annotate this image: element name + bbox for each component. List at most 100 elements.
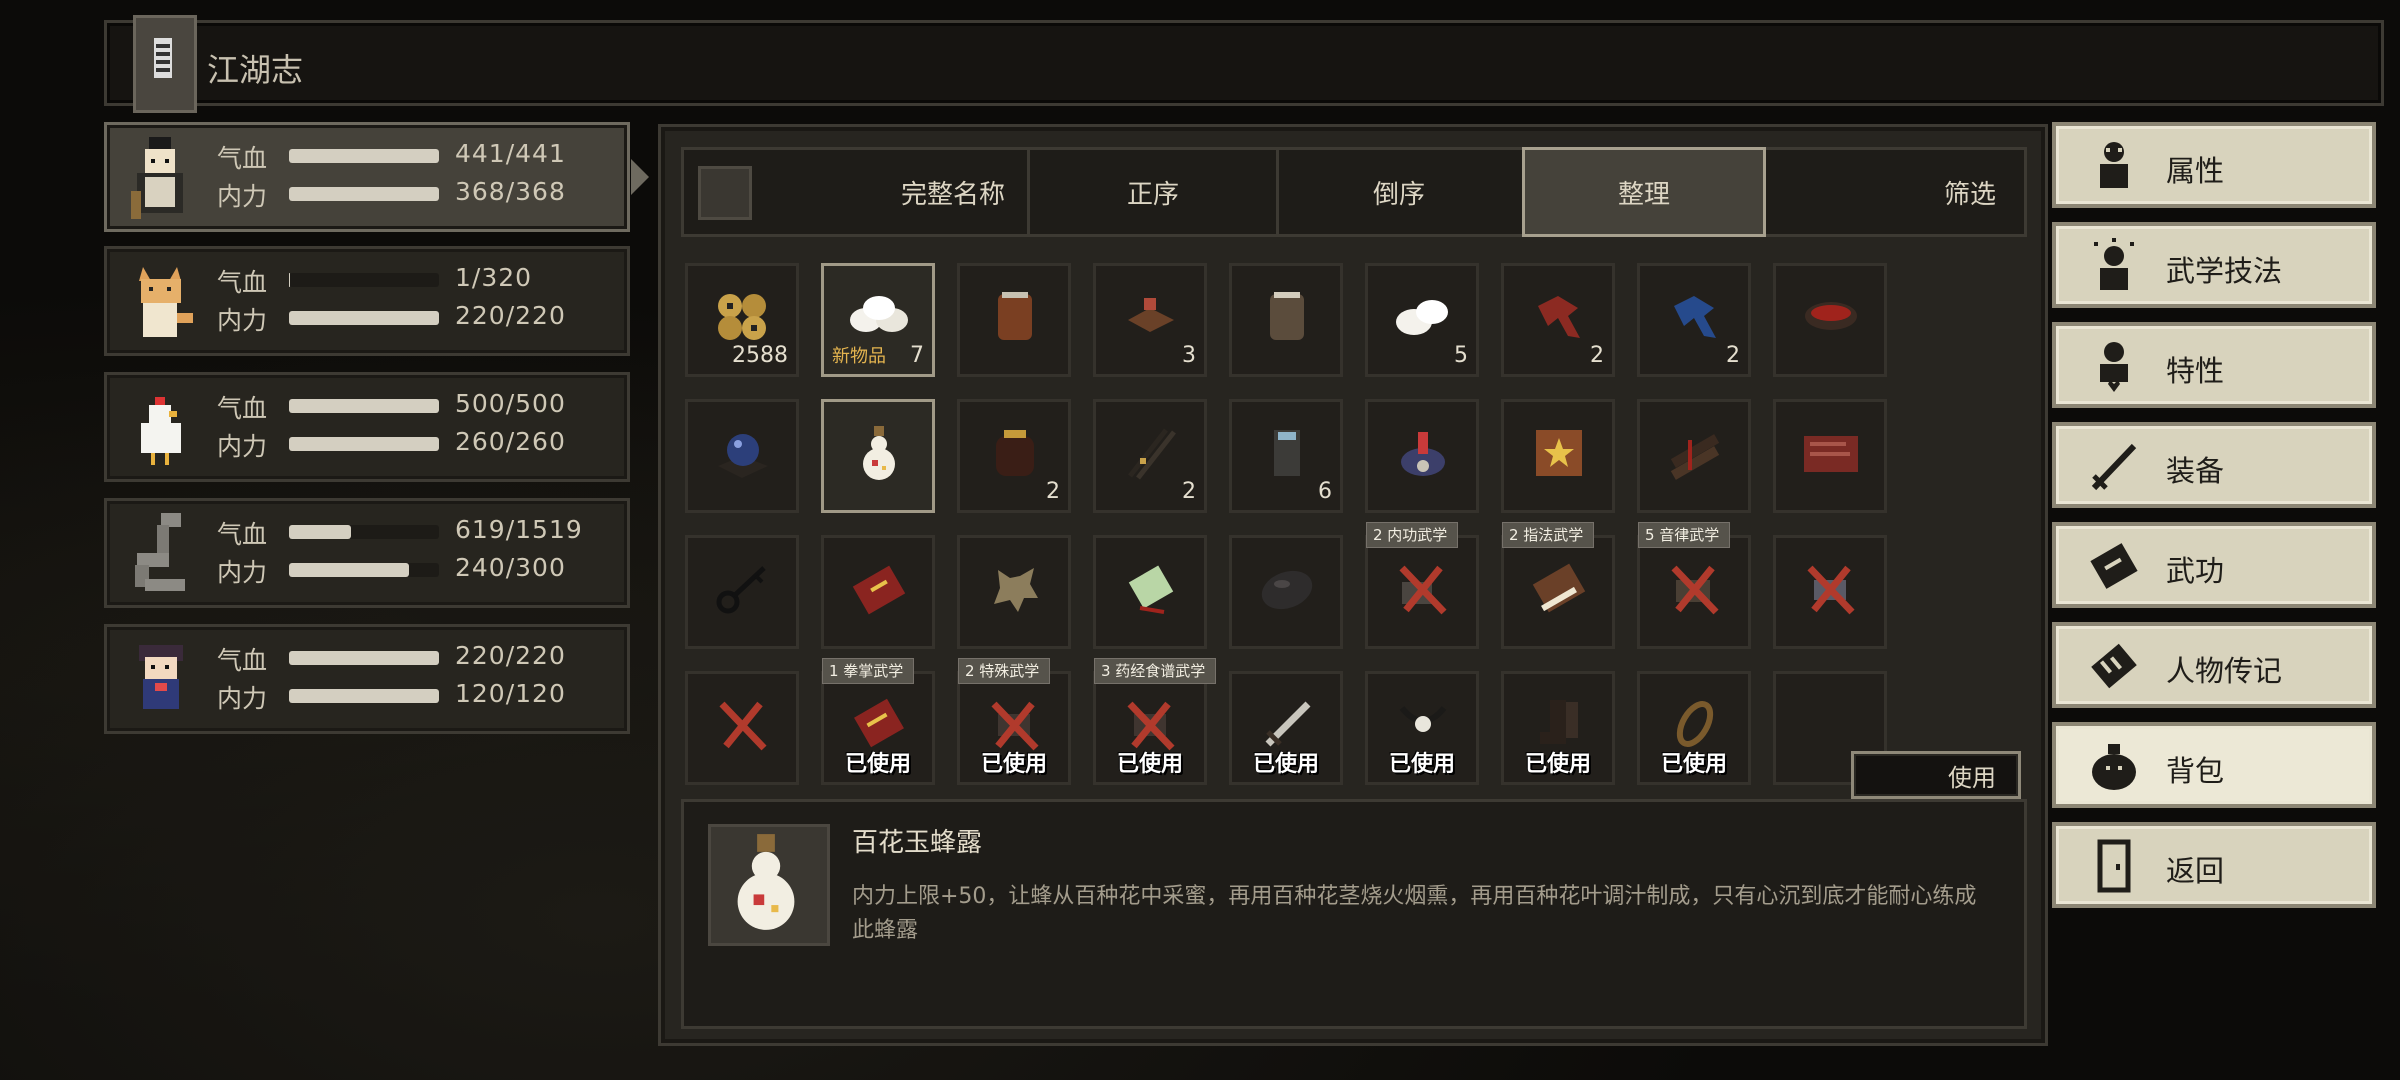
menu-equipment-button[interactable]: 装备: [2052, 422, 2376, 508]
item-slot[interactable]: 3: [1093, 263, 1207, 377]
sword-icon: [2091, 443, 2137, 491]
buns-icon: [1396, 300, 1448, 335]
item-slot[interactable]: [1365, 399, 1479, 513]
steamed-buns-icon: [850, 296, 908, 332]
item-slot[interactable]: [1773, 263, 1887, 377]
item-slot[interactable]: 5: [1365, 263, 1479, 377]
item-slot[interactable]: [1773, 399, 1887, 513]
skill-type-banner: 1 拳掌武学: [822, 658, 915, 684]
item-slot[interactable]: [1773, 535, 1887, 649]
figure-icon: [2100, 142, 2128, 188]
item-count: 2588: [732, 343, 788, 368]
item-slot[interactable]: 6: [1229, 399, 1343, 513]
menu-traits-button[interactable]: 特性: [2052, 322, 2376, 408]
use-button[interactable]: 使用: [1851, 751, 2021, 799]
sort-full-name-label: 完整名称: [900, 179, 1005, 210]
item-slot[interactable]: [957, 263, 1071, 377]
party-member-2[interactable]: 气血 1/320 内力 220/220: [104, 246, 630, 356]
sort-ascending-button[interactable]: 正序: [1030, 150, 1279, 234]
animal-hide-icon: [994, 568, 1038, 612]
item-slot[interactable]: 2588: [685, 263, 799, 377]
sort-full-name-button[interactable]: 完整名称: [684, 150, 1030, 234]
hp-bar: [289, 399, 439, 413]
mp-fill: [289, 689, 439, 703]
item-slot[interactable]: 2 指法武学: [1501, 522, 1615, 649]
item-count: 6: [1318, 479, 1332, 504]
used-label: 已使用: [844, 752, 911, 777]
item-slot[interactable]: 1 拳掌武学 已使用: [821, 658, 935, 785]
red-claw-icon: [1538, 296, 1580, 338]
key-icon: [716, 566, 766, 614]
honey-gourd-icon: [863, 426, 895, 480]
item-slot[interactable]: [685, 399, 799, 513]
mp-bar: [289, 689, 439, 703]
sort-organize-button[interactable]: 整理: [1522, 147, 1766, 237]
red-scroll-icon: [852, 565, 906, 615]
item-slot[interactable]: [1229, 263, 1343, 377]
item-slot[interactable]: 新物品 7: [821, 263, 935, 377]
hp-bar: [289, 149, 439, 163]
star-scroll-icon: [1536, 430, 1582, 476]
item-count: 2: [1726, 343, 1740, 368]
item-slot[interactable]: [821, 399, 935, 513]
item-slot[interactable]: [685, 535, 799, 649]
menu-label: 返回: [2166, 854, 2225, 888]
item-slot[interactable]: 2: [1093, 399, 1207, 513]
hp-bar: [289, 273, 439, 287]
party-member-4[interactable]: 气血 619/1519 内力 240/300: [104, 498, 630, 608]
crossed-manual-icon: [719, 701, 767, 751]
mp-label: 内力: [217, 684, 268, 713]
item-slot[interactable]: 2: [1637, 263, 1751, 377]
menu-biography-button[interactable]: 人物传记: [2052, 622, 2376, 708]
title-bar: 江湖志: [104, 15, 2384, 113]
party-member-1[interactable]: 气血 441/441 内力 368/368: [104, 122, 649, 232]
menu-martial-techniques-button[interactable]: 武学技法: [2052, 222, 2376, 308]
mp-fill: [289, 187, 439, 201]
party-member-5[interactable]: 气血 220/220 内力 120/120: [104, 624, 630, 734]
item-slot[interactable]: [1637, 399, 1751, 513]
menu-label: 人物传记: [2166, 654, 2283, 688]
tin-can-icon: [1274, 430, 1300, 476]
figure-heart-icon: [2100, 342, 2128, 392]
item-description-panel: 百花玉蜂露 内力上限+50，让蜂从百种花中采蜜，再用百种花茎烧火烟熏，再用百种花…: [681, 799, 2027, 1029]
item-slot[interactable]: [957, 535, 1071, 649]
selected-item-name: 百花玉蜂露: [852, 828, 983, 858]
item-slot[interactable]: [1501, 399, 1615, 513]
menu-kungfu-button[interactable]: 武功: [2052, 522, 2376, 608]
item-count: 3: [1182, 343, 1196, 368]
hp-value: 1/320: [455, 263, 533, 292]
item-count: 5: [1454, 343, 1468, 368]
skill-type-banner: 2 特殊武学: [958, 658, 1051, 684]
menu-return-button[interactable]: 返回: [2052, 822, 2376, 908]
stone-icon: [1261, 570, 1313, 610]
mp-label: 内力: [217, 182, 268, 211]
item-slot[interactable]: 2: [1501, 263, 1615, 377]
skill-type-banner: 2 指法武学: [1502, 522, 1595, 548]
item-slot[interactable]: 2 内功武学: [1365, 522, 1479, 649]
filter-button[interactable]: 筛选: [1766, 150, 2018, 234]
mp-value: 260/260: [455, 427, 566, 456]
item-slot[interactable]: [685, 671, 799, 785]
scroll-icon: [2091, 643, 2137, 689]
hp-bar: [289, 651, 439, 665]
red-pot-icon: [996, 430, 1034, 476]
item-slot[interactable]: 已使用: [1365, 671, 1479, 785]
sort-descending-button[interactable]: 倒序: [1276, 150, 1525, 234]
item-slot[interactable]: 2: [957, 399, 1071, 513]
item-slot[interactable]: 已使用: [1501, 671, 1615, 785]
item-slot[interactable]: 2 特殊武学 已使用: [957, 658, 1071, 785]
menu-label: 武功: [2166, 554, 2225, 588]
hp-fill: [289, 525, 351, 539]
item-slot[interactable]: 5 音律武学: [1637, 522, 1751, 649]
item-slot[interactable]: [1229, 535, 1343, 649]
item-slot[interactable]: 已使用: [1637, 671, 1751, 785]
item-slot[interactable]: 已使用: [1229, 671, 1343, 785]
menu-attributes-button[interactable]: 属性: [2052, 122, 2376, 208]
used-label: 已使用: [1660, 752, 1727, 777]
item-slot[interactable]: [821, 535, 935, 649]
party-member-3[interactable]: 气血 500/500 内力 260/260: [104, 372, 630, 482]
item-slot[interactable]: 3 药经食谱武学 已使用: [1093, 658, 1217, 785]
checkbox[interactable]: [698, 166, 752, 220]
menu-backpack-button[interactable]: 背包: [2052, 722, 2376, 808]
item-slot[interactable]: [1093, 535, 1207, 649]
